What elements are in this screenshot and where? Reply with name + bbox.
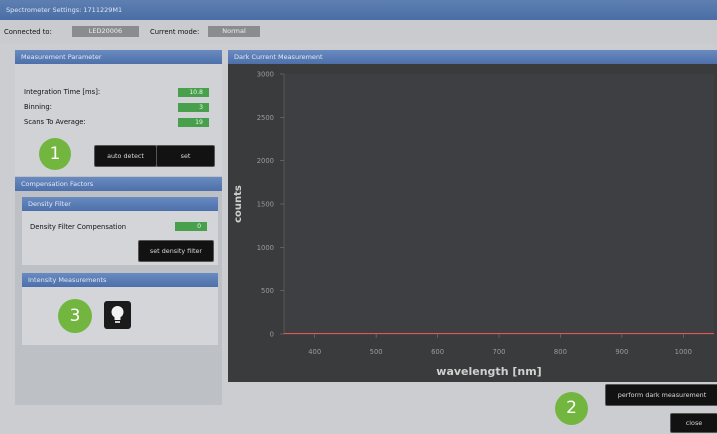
connection-bar: Connected to: LED20006 Current mode: Nor… bbox=[0, 20, 717, 44]
integration-time-value[interactable]: 10.8 bbox=[178, 88, 209, 97]
connected-value: LED20006 bbox=[72, 26, 139, 37]
mode-label: Current mode: bbox=[150, 28, 200, 36]
x-axis-label: wavelength [nm] bbox=[436, 365, 541, 378]
density-filter-panel: Density Filter Compensation 0 set densit… bbox=[22, 211, 218, 265]
y-tick-label: 1000 bbox=[257, 244, 274, 252]
intensity-header: Intensity Measurements bbox=[22, 273, 218, 287]
measurement-panel: Integration Time [ms]: 10.8 Binning: 3 S… bbox=[15, 64, 222, 176]
set-button[interactable]: set bbox=[156, 145, 215, 167]
connected-label: Connected to: bbox=[4, 28, 52, 36]
integration-time-label: Integration Time [ms]: bbox=[24, 88, 101, 96]
intensity-panel: 3 bbox=[22, 287, 218, 345]
y-axis-label: counts bbox=[233, 185, 244, 223]
y-tick-label: 2000 bbox=[257, 157, 274, 165]
badge-2: 2 bbox=[555, 392, 588, 425]
density-filter-value[interactable]: 0 bbox=[175, 222, 207, 231]
chart-panel: 0 500 1000 1500 2000 2500 3000 400 500 600 700 800 9… bbox=[228, 64, 717, 382]
scans-label: Scans To Average: bbox=[24, 118, 86, 126]
x-tick-label: 600 bbox=[431, 348, 444, 356]
density-filter-label: Density Filter Compensation bbox=[30, 223, 127, 231]
window-title: Spectrometer Settings: 1711229M1 bbox=[6, 6, 123, 14]
scans-value[interactable]: 19 bbox=[178, 118, 209, 127]
x-tick-label: 500 bbox=[370, 348, 383, 356]
auto-detect-button[interactable]: auto detect bbox=[94, 145, 157, 167]
binning-label: Binning: bbox=[24, 103, 52, 111]
measurement-header: Measurement Parameter bbox=[15, 50, 222, 64]
lightbulb-icon bbox=[111, 306, 124, 323]
chart-header: Dark Current Measurement bbox=[228, 50, 717, 64]
title-bar: Spectrometer Settings: 1711229M1 bbox=[0, 0, 717, 20]
set-density-filter-button[interactable]: set density filter bbox=[138, 240, 214, 262]
y-tick-label: 0 bbox=[270, 331, 274, 339]
y-tick-label: 2500 bbox=[257, 114, 274, 122]
x-tick-label: 700 bbox=[493, 348, 506, 356]
y-tick-label: 500 bbox=[261, 287, 274, 295]
x-tick-label: 400 bbox=[308, 348, 321, 356]
mode-value: Normal bbox=[208, 26, 260, 37]
y-tick-label: 3000 bbox=[257, 71, 274, 79]
badge-1: 1 bbox=[39, 138, 71, 170]
density-filter-header: Density Filter bbox=[22, 197, 218, 211]
y-tick-label: 1500 bbox=[257, 201, 274, 209]
x-tick-label: 800 bbox=[554, 348, 567, 356]
badge-3: 3 bbox=[58, 299, 92, 333]
x-tick-label: 1000 bbox=[675, 348, 692, 356]
plot-area bbox=[284, 74, 714, 334]
perform-dark-measurement-button[interactable]: perform dark measurement bbox=[605, 384, 717, 406]
compensation-header: Compensation Factors bbox=[15, 177, 222, 191]
dark-current-chart: 0 500 1000 1500 2000 2500 3000 400 500 600 700 800 9… bbox=[233, 71, 714, 378]
close-button[interactable]: close bbox=[670, 413, 717, 433]
binning-value[interactable]: 3 bbox=[178, 103, 209, 112]
lightbulb-button[interactable] bbox=[104, 301, 131, 329]
x-tick-label: 900 bbox=[615, 348, 628, 356]
